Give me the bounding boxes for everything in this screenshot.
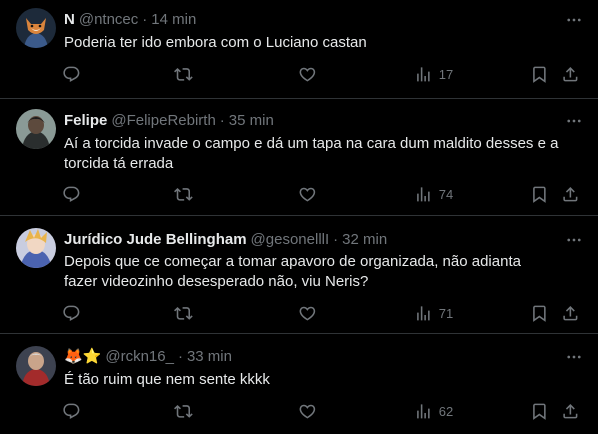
more-horizontal-icon[interactable] xyxy=(564,10,584,30)
share-button[interactable] xyxy=(561,395,580,427)
analytics-icon xyxy=(417,186,430,202)
avatar[interactable] xyxy=(16,109,56,149)
share-icon xyxy=(563,403,578,419)
analytics-icon xyxy=(417,305,430,321)
heart-icon xyxy=(299,404,316,419)
views-count: 71 xyxy=(438,305,454,321)
more-horizontal-icon[interactable] xyxy=(564,111,584,131)
reply-button[interactable] xyxy=(62,395,81,427)
timestamp[interactable]: 32 min xyxy=(342,230,387,250)
action-bar: 17 xyxy=(56,58,586,90)
separator-dot: · xyxy=(142,11,148,28)
user-handle[interactable]: @gesonelllI xyxy=(251,230,330,250)
display-name[interactable]: Felipe xyxy=(64,111,107,131)
reply-icon xyxy=(63,186,80,202)
like-button[interactable] xyxy=(298,58,317,90)
retweet-icon xyxy=(174,187,193,201)
timestamp[interactable]: 33 min xyxy=(187,347,232,367)
views-count: 62 xyxy=(438,403,454,419)
action-bar: 74 xyxy=(56,178,586,210)
bookmark-button[interactable] xyxy=(530,395,549,427)
bookmark-button[interactable] xyxy=(530,178,549,210)
action-bar: 71 xyxy=(56,297,586,329)
reply-icon xyxy=(63,305,80,321)
reply-icon xyxy=(63,403,80,419)
bookmark-icon xyxy=(533,186,546,203)
user-handle[interactable]: @FelipeRebirth xyxy=(111,111,215,131)
retweet-button[interactable] xyxy=(174,395,193,427)
avatar[interactable] xyxy=(16,228,56,268)
user-handle[interactable]: @rckn16_ xyxy=(105,347,174,367)
retweet-icon xyxy=(174,67,193,81)
bookmark-icon xyxy=(533,403,546,420)
heart-icon xyxy=(299,306,316,321)
timestamp[interactable]: 35 min xyxy=(229,111,274,131)
views-button[interactable]: 62 xyxy=(414,395,453,427)
user-handle[interactable]: @ntncec xyxy=(79,10,138,30)
bookmark-icon xyxy=(533,66,546,83)
bookmark-button[interactable] xyxy=(530,58,549,90)
heart-icon xyxy=(299,187,316,202)
separator-dot: · xyxy=(219,112,225,129)
share-icon xyxy=(563,305,578,321)
bookmark-button[interactable] xyxy=(530,297,549,329)
tweet[interactable]: Felipe @FelipeRebirth · 35 min Aí a torc… xyxy=(0,99,598,216)
analytics-icon xyxy=(417,66,430,82)
reply-icon xyxy=(63,66,80,82)
retweet-button[interactable] xyxy=(174,178,193,210)
retweet-button[interactable] xyxy=(174,297,193,329)
like-button[interactable] xyxy=(298,297,317,329)
timestamp[interactable]: 14 min xyxy=(151,10,196,30)
views-count: 17 xyxy=(438,66,454,82)
display-name[interactable]: N xyxy=(64,10,75,30)
tweet-text: Depois que ce começar a tomar apavoro de… xyxy=(64,253,521,290)
more-horizontal-icon[interactable] xyxy=(564,347,584,367)
heart-icon xyxy=(299,67,316,82)
retweet-icon xyxy=(174,404,193,418)
tweet-text: É tão ruim que nem sente kkkk xyxy=(64,371,270,388)
reply-button[interactable] xyxy=(62,297,81,329)
reply-button[interactable] xyxy=(62,58,81,90)
avatar[interactable] xyxy=(16,8,56,48)
avatar[interactable] xyxy=(16,346,56,386)
tweet[interactable]: N @ntncec · 14 min Poderia ter ido embor… xyxy=(0,0,598,99)
tweet[interactable]: 🦊⭐ @rckn16_ · 33 min É tão ruim que nem … xyxy=(0,334,598,434)
like-button[interactable] xyxy=(298,178,317,210)
retweet-button[interactable] xyxy=(174,58,193,90)
share-icon xyxy=(563,186,578,202)
like-button[interactable] xyxy=(298,395,317,427)
views-button[interactable]: 71 xyxy=(414,297,453,329)
reply-button[interactable] xyxy=(62,178,81,210)
bookmark-icon xyxy=(533,305,546,322)
views-button[interactable]: 17 xyxy=(414,58,453,90)
more-horizontal-icon[interactable] xyxy=(564,230,584,250)
analytics-icon xyxy=(417,403,430,419)
tweet-text: Aí a torcida invade o campo e dá um tapa… xyxy=(64,135,559,172)
views-button[interactable]: 74 xyxy=(414,178,453,210)
retweet-icon xyxy=(174,306,193,320)
share-icon xyxy=(563,66,578,82)
views-count: 74 xyxy=(438,186,454,202)
share-button[interactable] xyxy=(561,178,580,210)
separator-dot: · xyxy=(333,231,339,248)
share-button[interactable] xyxy=(561,297,580,329)
action-bar: 62 xyxy=(56,395,586,427)
tweet[interactable]: Jurídico Jude Bellingham @gesonelllI · 3… xyxy=(0,216,598,334)
tweet-text: Poderia ter ido embora com o Luciano cas… xyxy=(64,34,367,51)
name-emoji: 🦊⭐ xyxy=(64,348,102,365)
separator-dot: · xyxy=(177,348,183,365)
display-name[interactable]: Jurídico Jude Bellingham xyxy=(64,230,247,250)
share-button[interactable] xyxy=(561,58,580,90)
